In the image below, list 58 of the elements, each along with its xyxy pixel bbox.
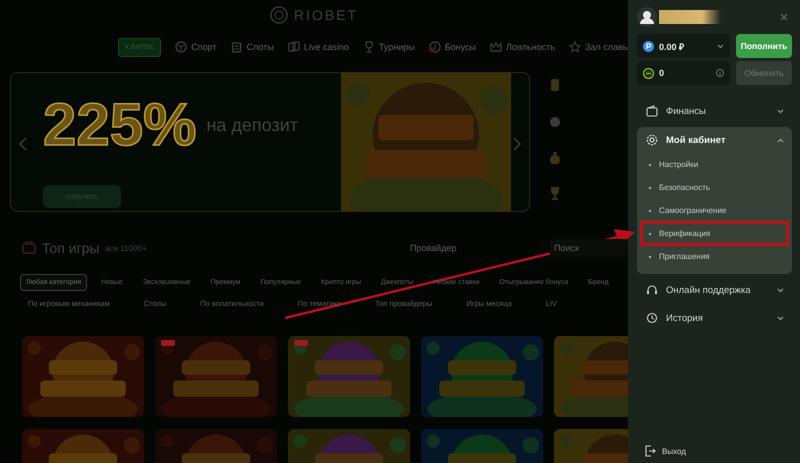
nav-link[interactable]: Лояльность: [490, 41, 556, 53]
trophy-icon[interactable]: [548, 186, 562, 200]
points-amount: 0: [659, 68, 664, 78]
menu-item[interactable]: Онлайн поддержка: [637, 278, 792, 302]
notification-dot: [428, 47, 434, 52]
submenu-item[interactable]: Настройки: [641, 153, 788, 176]
ball-icon: [175, 41, 188, 53]
logout-icon: [645, 445, 656, 457]
bonus-subtitle: на депозит: [206, 114, 298, 136]
provider-field[interactable]: Провайдер: [406, 239, 544, 257]
cards-icon: [288, 41, 300, 53]
logo-icon: [270, 6, 288, 24]
star-icon: [569, 41, 582, 53]
avatar-icon[interactable]: [637, 7, 657, 27]
nav-link[interactable]: Турниры: [362, 41, 415, 53]
gear-icon: [646, 134, 658, 146]
info-icon[interactable]: [716, 69, 724, 77]
submenu-item[interactable]: Приглашения: [641, 245, 788, 268]
balance-amount: 0.00 ₽: [659, 40, 684, 52]
submenu-item[interactable]: Самоограничение: [641, 199, 788, 222]
trophy-icon: [362, 41, 375, 53]
next-icon[interactable]: [513, 137, 521, 151]
submenu-item[interactable]: Верификация: [641, 222, 788, 245]
crown-icon: [490, 41, 502, 53]
search-field[interactable]: Поиск: [550, 239, 628, 257]
coin-icon: [428, 41, 441, 53]
chevron-up-icon: [777, 138, 784, 142]
blurred-username: [659, 10, 721, 24]
ruble-coin-icon: [643, 40, 654, 52]
headset-icon: [646, 284, 658, 296]
new-badge: [161, 340, 175, 346]
chevron-down-icon: [717, 44, 724, 48]
wallet-icon: [646, 105, 658, 117]
nav-link[interactable]: Слоты: [230, 41, 274, 53]
section-title: Топ игры: [42, 240, 100, 256]
bonus-percent: 225%: [43, 95, 196, 155]
menu-item[interactable]: История: [637, 306, 792, 330]
nav-link[interactable]: Бонусы: [428, 41, 476, 53]
previous-icon[interactable]: [19, 137, 27, 151]
chevron-down-icon: [777, 108, 784, 114]
slot-machine-icon: [230, 41, 243, 53]
submenu-item[interactable]: Безопасность: [641, 176, 788, 199]
nav-link[interactable]: Live casino: [288, 41, 349, 53]
chevron-down-icon: [777, 316, 784, 320]
balance-selector[interactable]: 0.00 ₽: [637, 34, 730, 58]
menu-item[interactable]: Мой кабинет: [637, 127, 792, 153]
money-bag-icon[interactable]: [548, 150, 562, 164]
menu-item[interactable]: Финансы: [637, 99, 792, 123]
deposit-button[interactable]: Пополнить: [736, 34, 792, 58]
all-games-link[interactable]: все 11000+: [106, 244, 147, 252]
close-icon[interactable]: [780, 13, 788, 21]
slot-machine-icon: [22, 241, 36, 255]
history-icon: [646, 312, 658, 324]
points-coin-icon: [643, 68, 654, 78]
logout-link[interactable]: Выход: [637, 445, 686, 457]
nav-link[interactable]: Спорт: [175, 41, 217, 53]
chevron-down-icon: [777, 288, 784, 292]
new-badge: [294, 340, 308, 346]
